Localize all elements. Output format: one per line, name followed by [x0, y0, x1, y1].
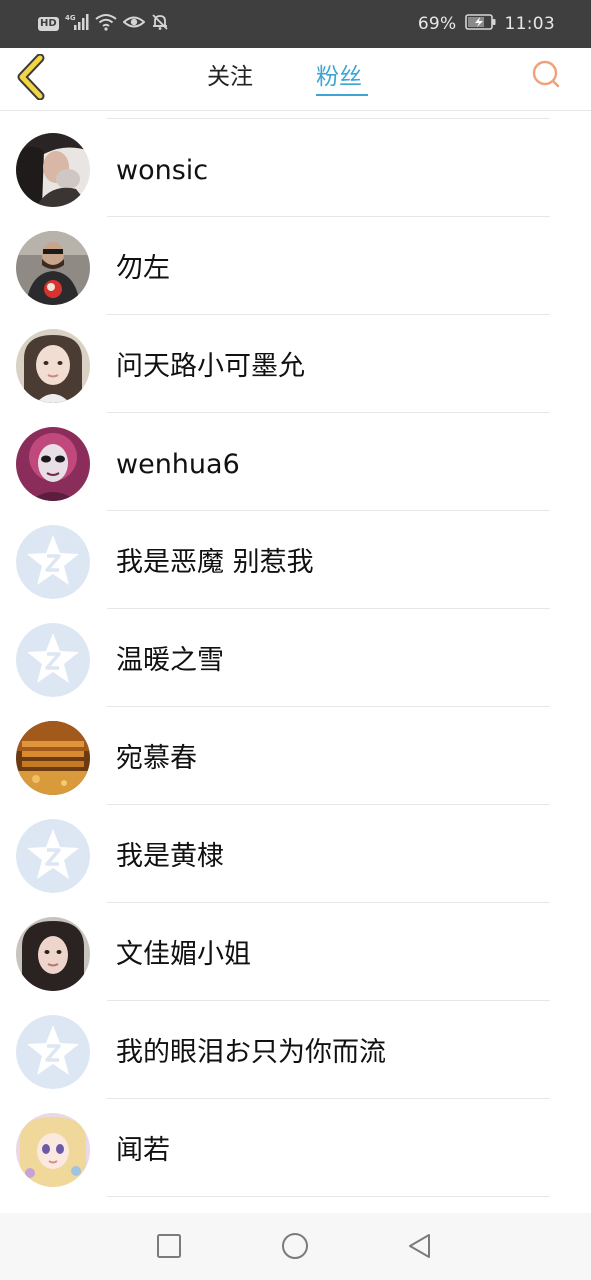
- top-nav: 关注 粉丝: [0, 48, 591, 111]
- fan-name: 温暖之雪: [116, 645, 224, 676]
- list-item[interactable]: 宛慕春: [0, 707, 591, 805]
- list-item[interactable]: 勿左: [0, 217, 591, 315]
- back-button[interactable]: [14, 53, 50, 101]
- fan-name: 闻若: [116, 1135, 170, 1166]
- fan-name: 勿左: [116, 253, 170, 284]
- avatar: [16, 721, 90, 795]
- status-left-icons: HD 4G: [38, 13, 169, 35]
- default-avatar-icon: [16, 819, 90, 893]
- recent-apps-icon: [157, 1234, 181, 1258]
- list-item[interactable]: 我是恶魔 别惹我: [0, 511, 591, 609]
- list-item[interactable]: 我的眼泪お只为你而流: [0, 1001, 591, 1099]
- fan-name: 问天路小可墨允: [116, 351, 305, 382]
- back-triangle-icon: [409, 1234, 430, 1258]
- list-item[interactable]: 问天路小可墨允: [0, 315, 591, 413]
- fan-name: 我是黄棣: [116, 841, 224, 872]
- system-back-button[interactable]: [405, 1231, 435, 1261]
- search-icon: [532, 60, 560, 88]
- home-icon: [282, 1233, 308, 1259]
- clock: 11:03: [504, 14, 555, 34]
- avatar: [16, 917, 90, 991]
- fan-name: wenhua6: [116, 449, 240, 480]
- list-item[interactable]: 文佳媚小姐: [0, 903, 591, 1001]
- home-button[interactable]: [280, 1231, 310, 1261]
- system-nav-bar: [0, 1213, 591, 1280]
- eye-icon: [122, 13, 146, 35]
- list-divider: [107, 1196, 550, 1197]
- list-item[interactable]: 温暖之雪: [0, 609, 591, 707]
- list-item[interactable]: 闻若: [0, 1099, 591, 1197]
- tab-fans[interactable]: 粉丝: [316, 62, 362, 92]
- status-right: 69% 11:03: [418, 12, 555, 36]
- default-avatar-icon: [16, 1015, 90, 1089]
- back-chevron-icon: [17, 53, 45, 101]
- battery-charging-icon: [464, 13, 497, 35]
- bell-muted-icon: [151, 13, 169, 35]
- active-tab-indicator: [316, 94, 368, 96]
- avatar: [16, 133, 90, 207]
- status-bar: HD 4G 69% 11:03: [0, 0, 591, 48]
- avatar: [16, 231, 90, 305]
- battery-percent: 69%: [417, 14, 457, 34]
- network-type-label: 4G: [65, 14, 76, 22]
- fan-name: 我的眼泪お只为你而流: [116, 1037, 386, 1068]
- search-button[interactable]: [528, 58, 564, 94]
- recent-apps-button[interactable]: [154, 1231, 184, 1261]
- fan-name: wonsic: [116, 155, 209, 186]
- fan-name: 我是恶魔 别惹我: [116, 547, 314, 578]
- fans-list: wonsic 勿左 问天路小可墨允 wenhua6 我是恶魔 别惹我 温暖之雪 …: [0, 111, 591, 1213]
- default-avatar-icon: [16, 623, 90, 697]
- fan-name: 文佳媚小姐: [116, 939, 251, 970]
- wifi-icon: [95, 13, 117, 35]
- avatar: [16, 329, 90, 403]
- list-item[interactable]: wonsic: [0, 119, 591, 217]
- hd-icon: HD: [38, 17, 59, 31]
- screen: HD 4G 69% 11:03 关注 粉丝 wonsic 勿左 问天路小可墨允 …: [0, 0, 591, 1280]
- default-avatar-icon: [16, 525, 90, 599]
- avatar: [16, 1113, 90, 1187]
- avatar: [16, 427, 90, 501]
- fan-name: 宛慕春: [116, 743, 197, 774]
- signal-icon: 4G: [65, 13, 89, 35]
- list-item[interactable]: wenhua6: [0, 413, 591, 511]
- tab-follow[interactable]: 关注: [207, 62, 253, 92]
- list-item[interactable]: 我是黄棣: [0, 805, 591, 903]
